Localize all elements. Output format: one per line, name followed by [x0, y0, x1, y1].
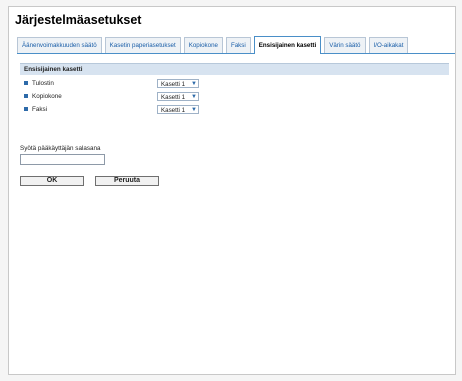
setting-label: Tulostin [32, 79, 54, 87]
select-value: Kasetti 1 [161, 80, 186, 88]
ok-button[interactable]: OK [20, 176, 84, 186]
setting-row-copier: Kopiokone Kasetti 1 ▼ [20, 91, 449, 101]
cancel-button[interactable]: Peruuta [95, 176, 159, 186]
copier-tray-select[interactable]: Kasetti 1 ▼ [157, 91, 199, 101]
tab-io-timeout[interactable]: I/O-aikakat [368, 37, 409, 53]
section-header: Ensisijainen kasetti [20, 63, 449, 75]
chevron-down-icon: ▼ [191, 93, 197, 100]
admin-password-field[interactable] [20, 154, 105, 165]
select-value: Kasetti 1 [161, 93, 186, 101]
setting-row-fax: Faksi Kasetti 1 ▼ [20, 104, 449, 114]
setting-label: Faksi [32, 105, 48, 113]
tab-tray-paper[interactable]: Kasetin paperiasetukset [104, 37, 181, 53]
password-label: Syötä pääkäyttäjän salasana [20, 145, 101, 152]
tab-bar: Äänenvoimakkuuden säätö Kasetin paperias… [17, 33, 455, 54]
tab-copier[interactable]: Kopiokone [183, 37, 223, 53]
printer-tray-select[interactable]: Kasetti 1 ▼ [157, 78, 199, 88]
fax-tray-select[interactable]: Kasetti 1 ▼ [157, 104, 199, 114]
select-value: Kasetti 1 [161, 106, 186, 114]
setting-row-printer: Tulostin Kasetti 1 ▼ [20, 78, 449, 88]
tab-color-adjust[interactable]: Värin säätö [324, 37, 366, 53]
page-title: Järjestelmäasetukset [15, 13, 142, 27]
chevron-down-icon: ▼ [191, 106, 197, 113]
square-bullet-icon [24, 107, 28, 111]
main-panel: Järjestelmäasetukset Äänenvoimakkuuden s… [8, 6, 456, 375]
tab-priority-tray[interactable]: Ensisijainen kasetti [253, 36, 322, 54]
chevron-down-icon: ▼ [191, 80, 197, 87]
tab-volume[interactable]: Äänenvoimakkuuden säätö [17, 37, 102, 53]
settings-list: Tulostin Kasetti 1 ▼ Kopiokone Kasetti 1… [20, 78, 449, 114]
setting-label: Kopiokone [32, 92, 62, 100]
square-bullet-icon [24, 81, 28, 85]
priority-tray-section: Ensisijainen kasetti Tulostin Kasetti 1 … [20, 63, 449, 117]
square-bullet-icon [24, 94, 28, 98]
tab-fax[interactable]: Faksi [225, 37, 251, 53]
